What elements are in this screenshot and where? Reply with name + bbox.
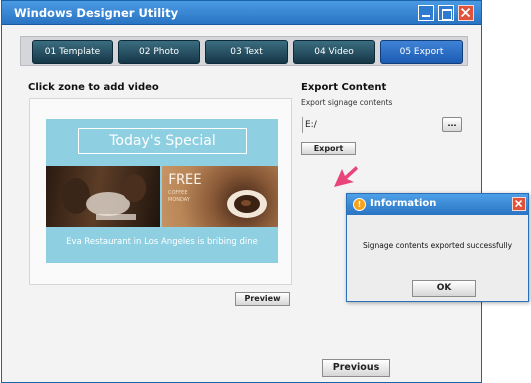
video-zone-heading: Click zone to add video (28, 82, 159, 93)
window-title: Windows Designer Utility (14, 6, 179, 20)
main-window: Windows Designer Utility 01 Template 02 … (1, 0, 482, 383)
arrow-icon (334, 166, 358, 187)
preview-button[interactable]: Preview (235, 292, 290, 306)
tab-video[interactable]: 04 Video (293, 40, 375, 64)
step-tabs: 01 Template 02 Photo 03 Text 04 Video 05… (20, 36, 468, 66)
close-icon (515, 200, 523, 208)
previous-button[interactable]: Previous (322, 359, 390, 377)
dialog-title: Information (370, 198, 437, 209)
title-bar[interactable]: Windows Designer Utility (2, 1, 481, 25)
poster-free-text: FREE (168, 172, 202, 188)
tab-photo[interactable]: 02 Photo (118, 40, 200, 64)
tab-text[interactable]: 03 Text (205, 40, 288, 64)
export-heading: Export Content (301, 82, 387, 93)
tab-template[interactable]: 01 Template (32, 40, 113, 64)
diners-image (62, 174, 146, 220)
dialog-close-button[interactable] (512, 197, 526, 211)
export-button[interactable]: Export (301, 142, 356, 155)
ok-button[interactable]: OK (412, 280, 476, 297)
export-subheading: Export signage contents (301, 98, 393, 107)
tab-export[interactable]: 05 Export (380, 40, 463, 64)
coffee-photo: FREE COFFEE MONDAY (162, 166, 278, 227)
poster-free-subtext: COFFEE MONDAY (168, 190, 190, 203)
video-drop-zone[interactable]: Today's Special FREE COFFEE MONDAY Eva R… (29, 98, 292, 285)
signage-preview: Today's Special FREE COFFEE MONDAY Eva R… (46, 119, 278, 263)
information-dialog: ! Information Signage contents exported … (346, 193, 529, 302)
info-icon: ! (353, 198, 366, 211)
dialog-message: Signage contents exported successfully (362, 241, 513, 250)
minimize-button[interactable] (418, 5, 434, 21)
close-icon (461, 8, 471, 18)
poster-caption: Eva Restaurant in Los Angeles is bribing… (66, 237, 258, 247)
browse-button[interactable]: ... (442, 117, 462, 132)
export-path-field[interactable]: E:/ (302, 117, 432, 133)
close-button[interactable] (458, 5, 474, 21)
restaurant-photo (46, 166, 160, 227)
coffee-cup-image (227, 190, 267, 218)
dialog-title-bar[interactable]: ! Information (347, 194, 528, 215)
poster-title: Today's Special (78, 128, 247, 154)
maximize-button[interactable] (438, 5, 454, 21)
